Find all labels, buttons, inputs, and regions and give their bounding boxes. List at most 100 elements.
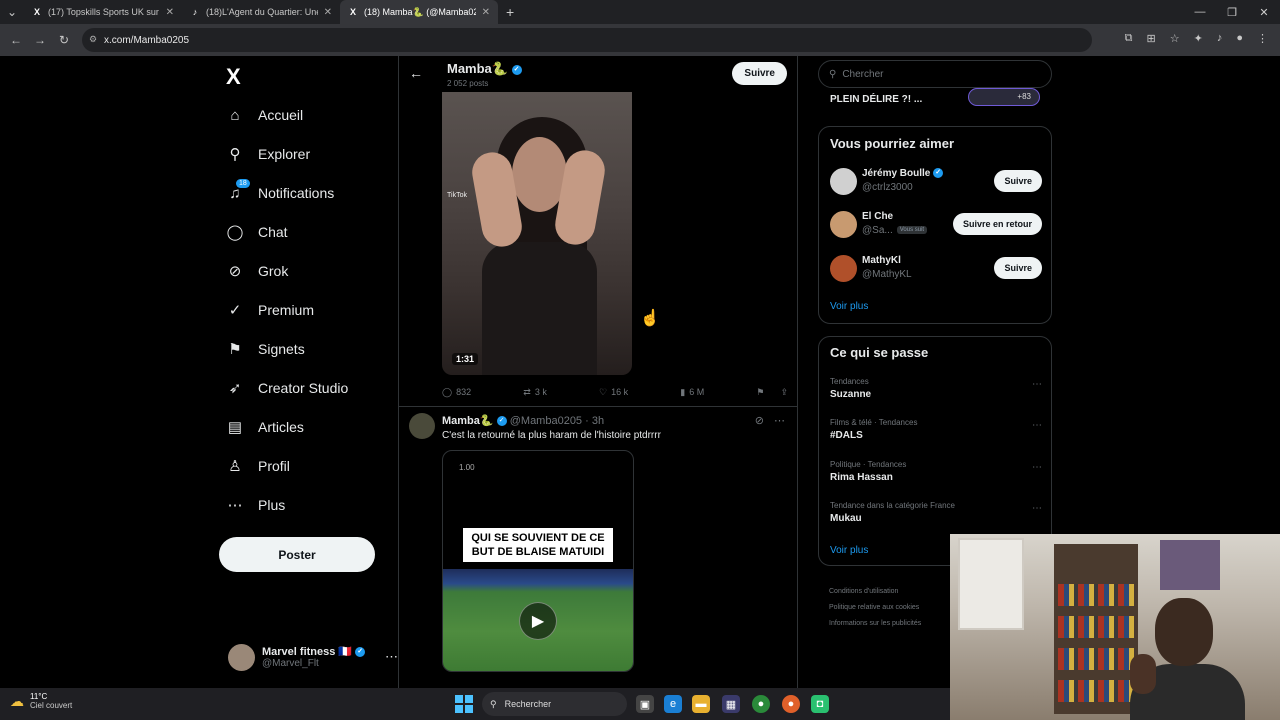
follow-back-button[interactable]: Suivre en retour	[952, 213, 1042, 235]
grok-icon[interactable]: ⊘	[755, 414, 764, 427]
who-to-follow-box: Vous pourriez aimer Jérémy Boulle ✓ @ctr…	[818, 126, 1052, 324]
nav-item-plus[interactable]: ⋯ Plus	[226, 490, 286, 520]
video-player[interactable]: TikTok 1:31	[442, 92, 632, 375]
account-handle: @Marvel_Flt	[262, 658, 319, 669]
webcam-shelf	[1054, 544, 1138, 714]
account-name: Marvel fitness 🇫🇷 ✓	[262, 645, 378, 658]
forward-icon[interactable]: →	[28, 33, 52, 47]
follow-button[interactable]: Suivre	[732, 62, 787, 85]
x-logo-icon[interactable]: X	[226, 64, 241, 90]
close-window-icon[interactable]: ✕	[1248, 6, 1280, 19]
store-icon[interactable]: ▦	[722, 695, 740, 713]
chrome-icon[interactable]: ●	[752, 695, 770, 713]
nav-item-articles[interactable]: ▤ Articles	[226, 412, 304, 442]
views-button[interactable]: ▮ 6 M	[680, 384, 704, 400]
weather-widget[interactable]: ☁ 11°C Ciel couvert	[10, 692, 72, 710]
close-tab-icon[interactable]: ✕	[166, 7, 174, 18]
weather-text: 11°C Ciel couvert	[30, 692, 72, 710]
file-explorer-icon[interactable]: ▬	[692, 695, 710, 713]
bookmark-star-icon[interactable]: ☆	[1170, 32, 1180, 45]
menu-icon[interactable]: ⋮	[1257, 32, 1268, 45]
more-icon[interactable]: ⋯	[1032, 420, 1042, 431]
more-icon[interactable]: ⋯	[1032, 503, 1042, 514]
video-player[interactable]: 1.00 QUI SE SOUVIENT DE CE BUT DE BLAISE…	[442, 450, 634, 672]
webcam-poster	[1160, 540, 1220, 590]
nav-item-accueil[interactable]: ⌂ Accueil	[226, 100, 303, 130]
webcam-overlay	[950, 534, 1280, 720]
trend-item[interactable]: Tendances Suzanne ⋯	[830, 377, 1042, 407]
nav-item-premium[interactable]: ✓ Premium	[226, 295, 314, 325]
nav-item-profil[interactable]: ♙ Profil	[226, 451, 290, 481]
site-info-icon[interactable]: ⚙	[89, 34, 97, 45]
footer-link[interactable]: Informations sur les publicités	[829, 616, 949, 632]
mouse-cursor-icon: ☝	[640, 310, 660, 327]
tiktok-icon: ♪	[192, 7, 198, 17]
retweet-button[interactable]: ⇄ 3 k	[523, 384, 547, 400]
cast-icon[interactable]: ⧉	[1125, 32, 1133, 45]
minimize-icon[interactable]: —	[1184, 6, 1216, 18]
restore-icon[interactable]: ❐	[1216, 6, 1248, 19]
tweet-handle-time[interactable]: @Mamba0205 · 3h	[510, 415, 604, 427]
play-icon[interactable]: ▶	[519, 602, 557, 640]
reply-button[interactable]: ◯ 832	[442, 384, 471, 400]
footer-link[interactable]: Conditions d'utilisation	[829, 584, 949, 600]
install-icon[interactable]: ⊞	[1147, 32, 1156, 45]
reload-icon[interactable]: ↻	[52, 33, 76, 47]
new-tab-button[interactable]: +	[498, 4, 522, 20]
browser-tab-2[interactable]: ♪ (18)L'Agent du Quartier: Une H ✕	[182, 0, 340, 24]
firefox-icon[interactable]: ●	[782, 695, 800, 713]
taskbar-search[interactable]: ⚲ Rechercher	[482, 692, 627, 716]
nav-item-chat[interactable]: ◯ Chat	[226, 217, 288, 247]
bookmark-button[interactable]: ⚑ ⇪	[756, 384, 788, 400]
like-button[interactable]: ♡ 16 k	[599, 384, 628, 400]
browser-tab-1[interactable]: X (17) Topskills Sports UK sur X : " ✕	[24, 0, 182, 24]
share-icon[interactable]: ⇪	[780, 387, 788, 398]
suggestion-item[interactable]: El Che @Sa... Vous suit Suivre en retour	[830, 210, 1042, 240]
trend-item[interactable]: Politique · Tendances Rima Hassan ⋯	[830, 460, 1042, 490]
close-tab-icon[interactable]: ✕	[482, 7, 490, 18]
close-tab-icon[interactable]: ✕	[324, 7, 332, 18]
browser-tab-3[interactable]: X (18) Mamba🐍 (@Mamba0205 ✕	[340, 0, 498, 24]
follow-button[interactable]: Suivre	[994, 257, 1042, 279]
footer-link[interactable]: Politique relative aux cookies	[829, 600, 949, 616]
premium-icon: ✓	[228, 302, 242, 319]
nav-item-grok[interactable]: ⊘ Grok	[226, 256, 289, 286]
trend-item[interactable]: Tendance dans la catégorie France Mukau …	[830, 501, 1042, 531]
tweet-author[interactable]: Mamba🐍	[442, 415, 494, 427]
trend-item[interactable]: Films & télé · Tendances #DALS ⋯	[830, 418, 1042, 448]
media-icon[interactable]: ♪	[1217, 32, 1223, 45]
search-input[interactable]: ⚲ Chercher	[818, 60, 1052, 88]
avatar[interactable]	[409, 413, 435, 439]
see-more-link[interactable]: Voir plus	[830, 545, 868, 556]
profile-icon[interactable]: ●	[1236, 32, 1243, 45]
trending-peek[interactable]: PLEIN DÉLIRE ?! ... +83	[818, 88, 1052, 110]
nav-label: Articles	[258, 419, 304, 435]
post-button[interactable]: Poster	[219, 537, 375, 572]
trend-name: Mukau	[830, 513, 862, 524]
tiktok-watermark: TikTok	[447, 192, 467, 199]
windows-start-icon[interactable]	[455, 695, 473, 713]
nav-item-notifications[interactable]: ♫ 18 Notifications	[226, 178, 334, 208]
nav-item-explorer[interactable]: ⚲ Explorer	[226, 139, 311, 169]
url-field[interactable]: ⚙ x.com/Mamba0205	[82, 28, 1092, 52]
more-icon[interactable]: ⋯	[1032, 379, 1042, 390]
account-switcher[interactable]: Marvel fitness 🇫🇷 ✓ @Marvel_Flt ⋯	[228, 642, 398, 672]
trend-name: #DALS	[830, 430, 863, 441]
task-view-icon[interactable]: ▣	[636, 695, 654, 713]
extensions-icon[interactable]: ✦	[1194, 32, 1203, 45]
more-icon[interactable]: ⋯	[774, 414, 785, 427]
tab-list-button[interactable]: ⌄	[0, 5, 24, 19]
see-more-link[interactable]: Voir plus	[830, 301, 868, 312]
edge-icon[interactable]: e	[664, 695, 682, 713]
nav-item-signets[interactable]: ⚑ Signets	[226, 334, 304, 364]
suggestion-item[interactable]: MathyKl @MathyKL Suivre	[830, 254, 1042, 284]
tab-title: (18)L'Agent du Quartier: Une H	[206, 7, 318, 17]
app-icon[interactable]: ◘	[811, 695, 829, 713]
nav-item-creator-studio[interactable]: ➶ Creator Studio	[226, 373, 349, 403]
more-icon[interactable]: ⋯	[1032, 462, 1042, 473]
more-icon[interactable]: ⋯	[385, 649, 398, 665]
suggestion-item[interactable]: Jérémy Boulle ✓ @ctrlz3000 Suivre	[830, 167, 1042, 197]
back-icon[interactable]: ←	[4, 33, 28, 47]
back-arrow-icon[interactable]: ←	[409, 65, 423, 81]
follow-button[interactable]: Suivre	[994, 170, 1042, 192]
